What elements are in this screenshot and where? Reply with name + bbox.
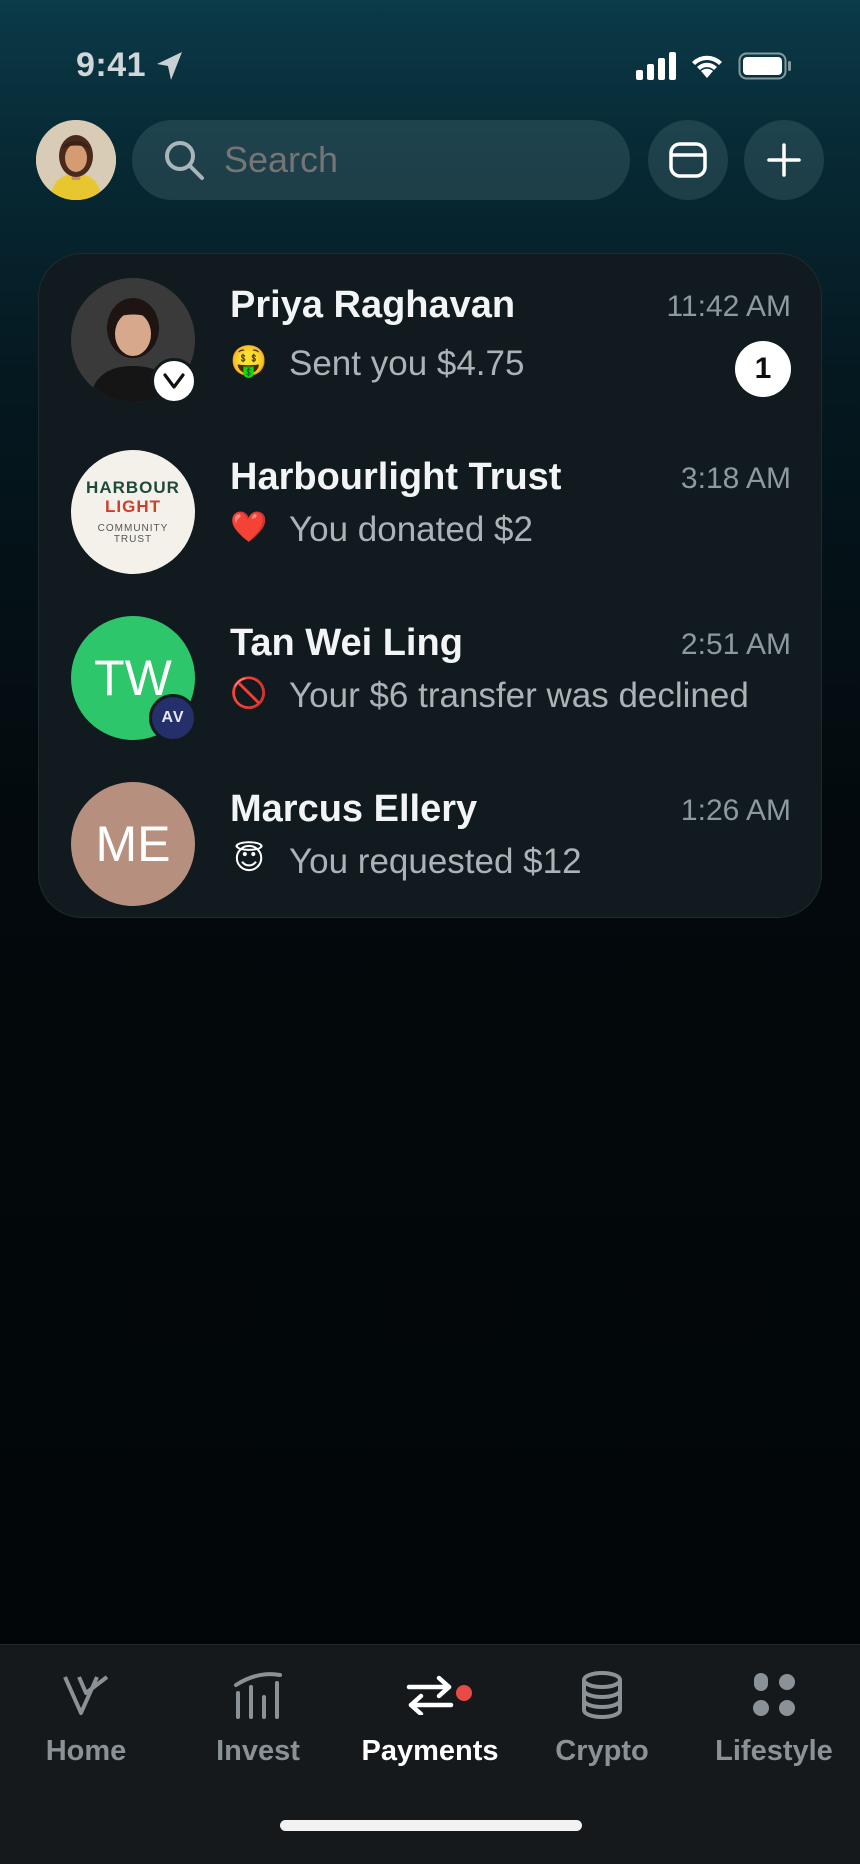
chevron-v-icon xyxy=(163,373,185,389)
nav-crypto[interactable]: Crypto xyxy=(516,1665,688,1775)
search-input[interactable] xyxy=(224,139,604,181)
conversation-row-tan-wei-ling[interactable]: TW AV Tan Wei Ling 2:51 AM 🚫 Your $6 tra… xyxy=(39,586,823,752)
bottom-nav: Home Invest Payments Crypto Lifestyle xyxy=(0,1644,860,1864)
unread-count-badge: 1 xyxy=(735,341,791,397)
battery-icon xyxy=(738,52,791,80)
transfer-arrows-icon xyxy=(400,1665,460,1725)
conversation-message: You requested $12 xyxy=(289,842,582,881)
location-arrow-icon xyxy=(157,52,182,80)
conversation-row-priya-raghavan[interactable]: Priya Raghavan 11:42 AM 🤑 Sent you $4.75… xyxy=(39,254,823,420)
conversation-time: 11:42 AM xyxy=(666,290,791,323)
search-bar[interactable] xyxy=(132,120,630,200)
conversation-list: Priya Raghavan 11:42 AM 🤑 Sent you $4.75… xyxy=(38,253,822,918)
verified-badge xyxy=(151,358,197,404)
home-indicator[interactable] xyxy=(280,1820,582,1831)
nav-label: Lifestyle xyxy=(715,1735,833,1767)
invest-bars-icon xyxy=(228,1665,288,1725)
profile-avatar[interactable] xyxy=(36,120,116,200)
nav-label: Invest xyxy=(216,1735,300,1767)
nav-home[interactable]: Home xyxy=(0,1665,172,1775)
secondary-avatar-badge: AV xyxy=(149,694,197,742)
status-bar: 9:41 xyxy=(0,0,860,120)
lifestyle-dots-icon xyxy=(744,1665,804,1725)
search-icon xyxy=(165,141,204,180)
status-emoji: 🤑 xyxy=(230,345,268,378)
wifi-icon xyxy=(692,55,722,78)
harbourlight-logo: HARBOUR LIGHT COMMUNITY TRUST xyxy=(71,450,195,574)
card-icon xyxy=(669,142,707,178)
crypto-coins-icon xyxy=(572,1665,632,1725)
status-time: 9:41 xyxy=(76,46,147,84)
profile-photo-icon xyxy=(36,120,116,200)
nav-lifestyle[interactable]: Lifestyle xyxy=(688,1665,860,1775)
conversation-message: You donated $2 xyxy=(289,510,533,549)
nav-label: Payments xyxy=(361,1735,499,1767)
conversation-row-marcus-ellery[interactable]: ME Marcus Ellery 1:26 AM 😇 You requested… xyxy=(39,752,823,918)
logo-line: HARBOUR xyxy=(86,478,180,497)
conversation-name: Tan Wei Ling xyxy=(230,622,463,664)
conversation-row-harbourlight-trust[interactable]: HARBOUR LIGHT COMMUNITY TRUST Harbourlig… xyxy=(39,420,823,586)
avatar-initials: ME xyxy=(95,816,171,872)
conversation-message: Sent you $4.75 xyxy=(289,344,525,383)
conversation-time: 3:18 AM xyxy=(680,462,791,495)
logo-line: COMMUNITY xyxy=(97,523,169,534)
nav-payments[interactable]: Payments xyxy=(344,1665,516,1775)
cellular-signal-icon xyxy=(636,52,676,80)
conversation-name: Harbourlight Trust xyxy=(230,456,562,498)
notification-dot xyxy=(456,1685,472,1701)
conversation-time: 2:51 AM xyxy=(680,628,791,661)
nav-label: Home xyxy=(45,1735,127,1767)
status-emoji: 😇 xyxy=(233,843,265,876)
cards-button[interactable] xyxy=(648,120,728,200)
conversation-name: Priya Raghavan xyxy=(230,284,516,326)
avatar: ME xyxy=(71,782,195,906)
add-button[interactable] xyxy=(744,120,824,200)
logo-line: LIGHT xyxy=(105,497,161,516)
logo-line: TRUST xyxy=(113,534,153,545)
nav-label: Crypto xyxy=(555,1735,649,1767)
status-emoji: ❤️ xyxy=(230,511,268,544)
plus-icon xyxy=(767,143,801,177)
conversation-message: Your $6 transfer was declined xyxy=(289,676,749,715)
top-bar xyxy=(36,120,824,200)
status-emoji: 🚫 xyxy=(230,677,268,710)
nav-invest[interactable]: Invest xyxy=(172,1665,344,1775)
home-v-icon xyxy=(56,1665,116,1725)
conversation-time: 1:26 AM xyxy=(680,794,791,827)
conversation-name: Marcus Ellery xyxy=(230,788,478,830)
